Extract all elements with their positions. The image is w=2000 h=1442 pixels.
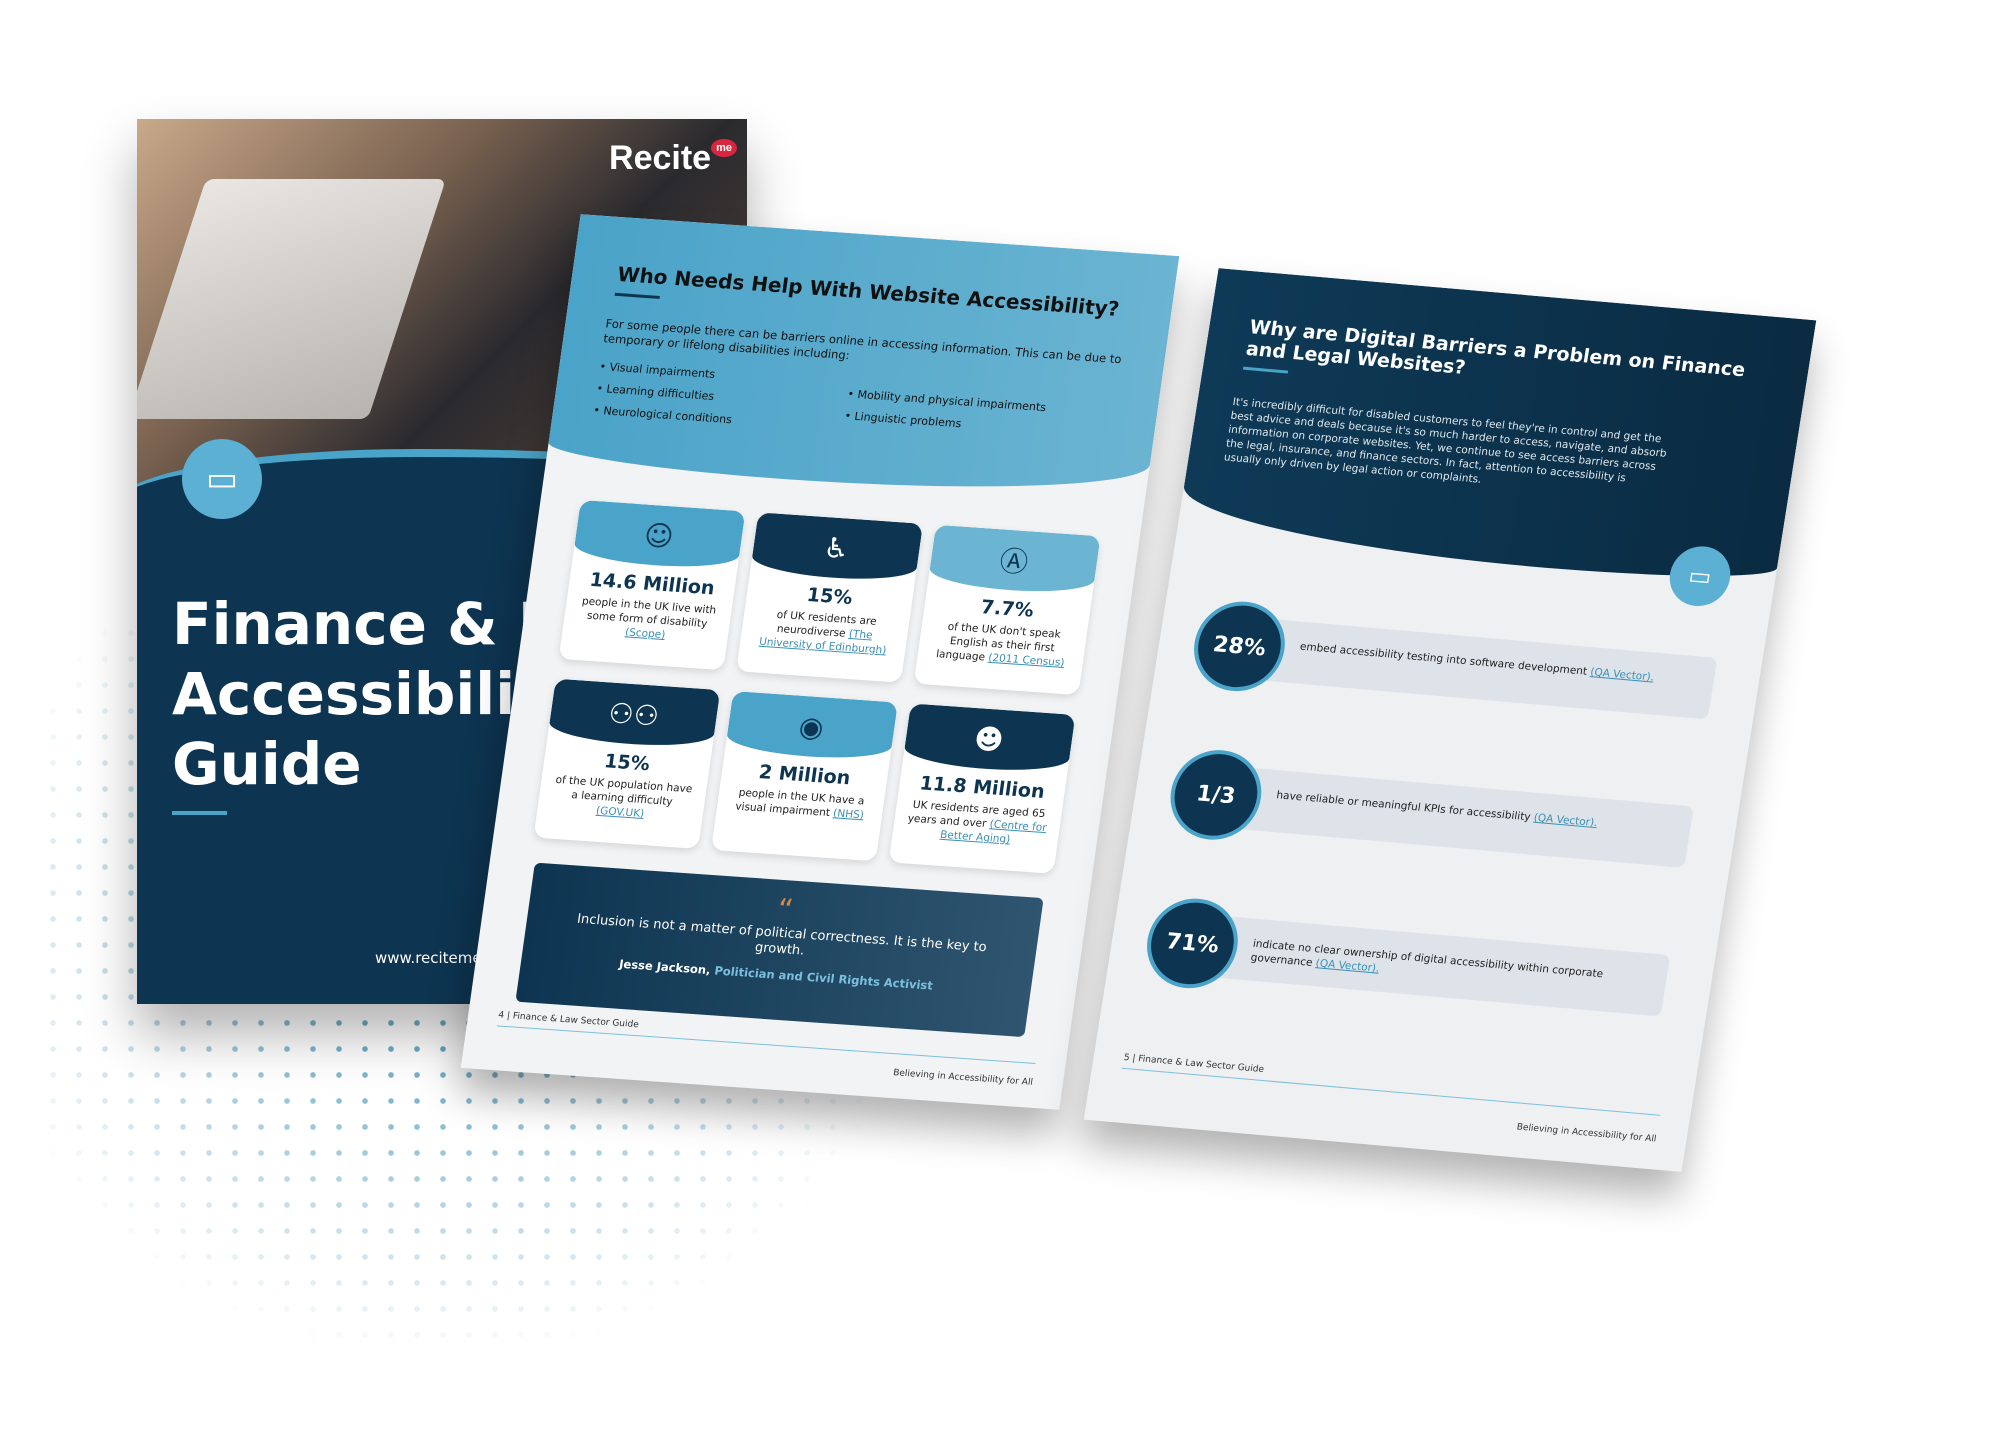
stat-card: ☺ 14.6 Million people in the UK live wit… [558, 499, 746, 671]
logo-badge: me [711, 139, 737, 157]
stat-source-link[interactable]: (NHS) [832, 807, 864, 821]
elderly-person-icon: ☻ [902, 703, 1076, 775]
stat-row: indicate no clear ownership of digital a… [1140, 894, 1673, 1029]
eye-slash-icon: ◉ [724, 691, 898, 763]
stat-text: indicate no clear ownership of digital a… [1249, 937, 1604, 981]
page-footer-right: Believing in Accessibility for All [892, 1068, 1034, 1088]
stat-source-link[interactable]: (QA Vector). [1589, 666, 1654, 683]
money-icon: ▭ [182, 439, 262, 519]
recite-logo: Recite me [609, 139, 737, 178]
stat-card: ◉ 2 Million people in the UK have a visu… [710, 691, 898, 862]
bullet-list-1: • Visual impairments • Learning difficul… [592, 356, 740, 431]
stat-text: of the UK population have a learning dif… [554, 773, 694, 809]
stat-source-link[interactable]: (GOV.UK) [595, 805, 645, 820]
stat-source-link[interactable]: (QA Vector). [1533, 812, 1598, 829]
stat-row: embed accessibility testing into softwar… [1187, 597, 1720, 732]
stat-text: have reliable or meaningful KPIs for acc… [1275, 789, 1532, 824]
stat-row: have reliable or meaningful KPIs for acc… [1164, 746, 1696, 880]
stat-card: Ⓐ 7.7% of the UK don't speak English as … [913, 524, 1101, 696]
wheelchair-icon: ♿ [750, 512, 924, 584]
speech-bubble-a-icon: Ⓐ [927, 524, 1101, 596]
stat-text: embed accessibility testing into softwar… [1299, 640, 1588, 678]
left-page: Who Needs Help With Website Accessibilit… [460, 214, 1180, 1110]
logo-text: Recite [609, 139, 712, 177]
page-footer-right: Believing in Accessibility for All [1515, 1122, 1658, 1145]
stat-source-link[interactable]: (2011 Census) [987, 652, 1065, 669]
stat-card: ☻ 11.8 Million UK residents are aged 65 … [888, 703, 1076, 874]
brain-head-icon: ☺ [572, 499, 746, 571]
stat-card: ♿ 15% of UK residents are neurodiverse (… [736, 512, 924, 683]
people-group-icon: ⚇⚇ [547, 678, 721, 750]
right-page: Why are Digital Barriers a Problem on Fi… [1083, 268, 1817, 1172]
footer-divider [1122, 1067, 1661, 1116]
stat-text: people in the UK live with some form of … [581, 595, 717, 630]
stat-source-link[interactable]: (Scope) [624, 626, 666, 641]
page-footer-left: 5 | Finance & Law Sector Guide [1123, 1052, 1265, 1076]
stat-card: ⚇⚇ 15% of the UK population have a learn… [533, 678, 721, 849]
laptop-image [137, 179, 446, 419]
quote-box: “ Inclusion is not a matter of political… [515, 862, 1044, 1038]
quote-author: Jesse Jackson, [618, 956, 712, 978]
quote-role: Politician and Civil Rights Activist [713, 963, 934, 993]
title-underline [172, 811, 227, 815]
